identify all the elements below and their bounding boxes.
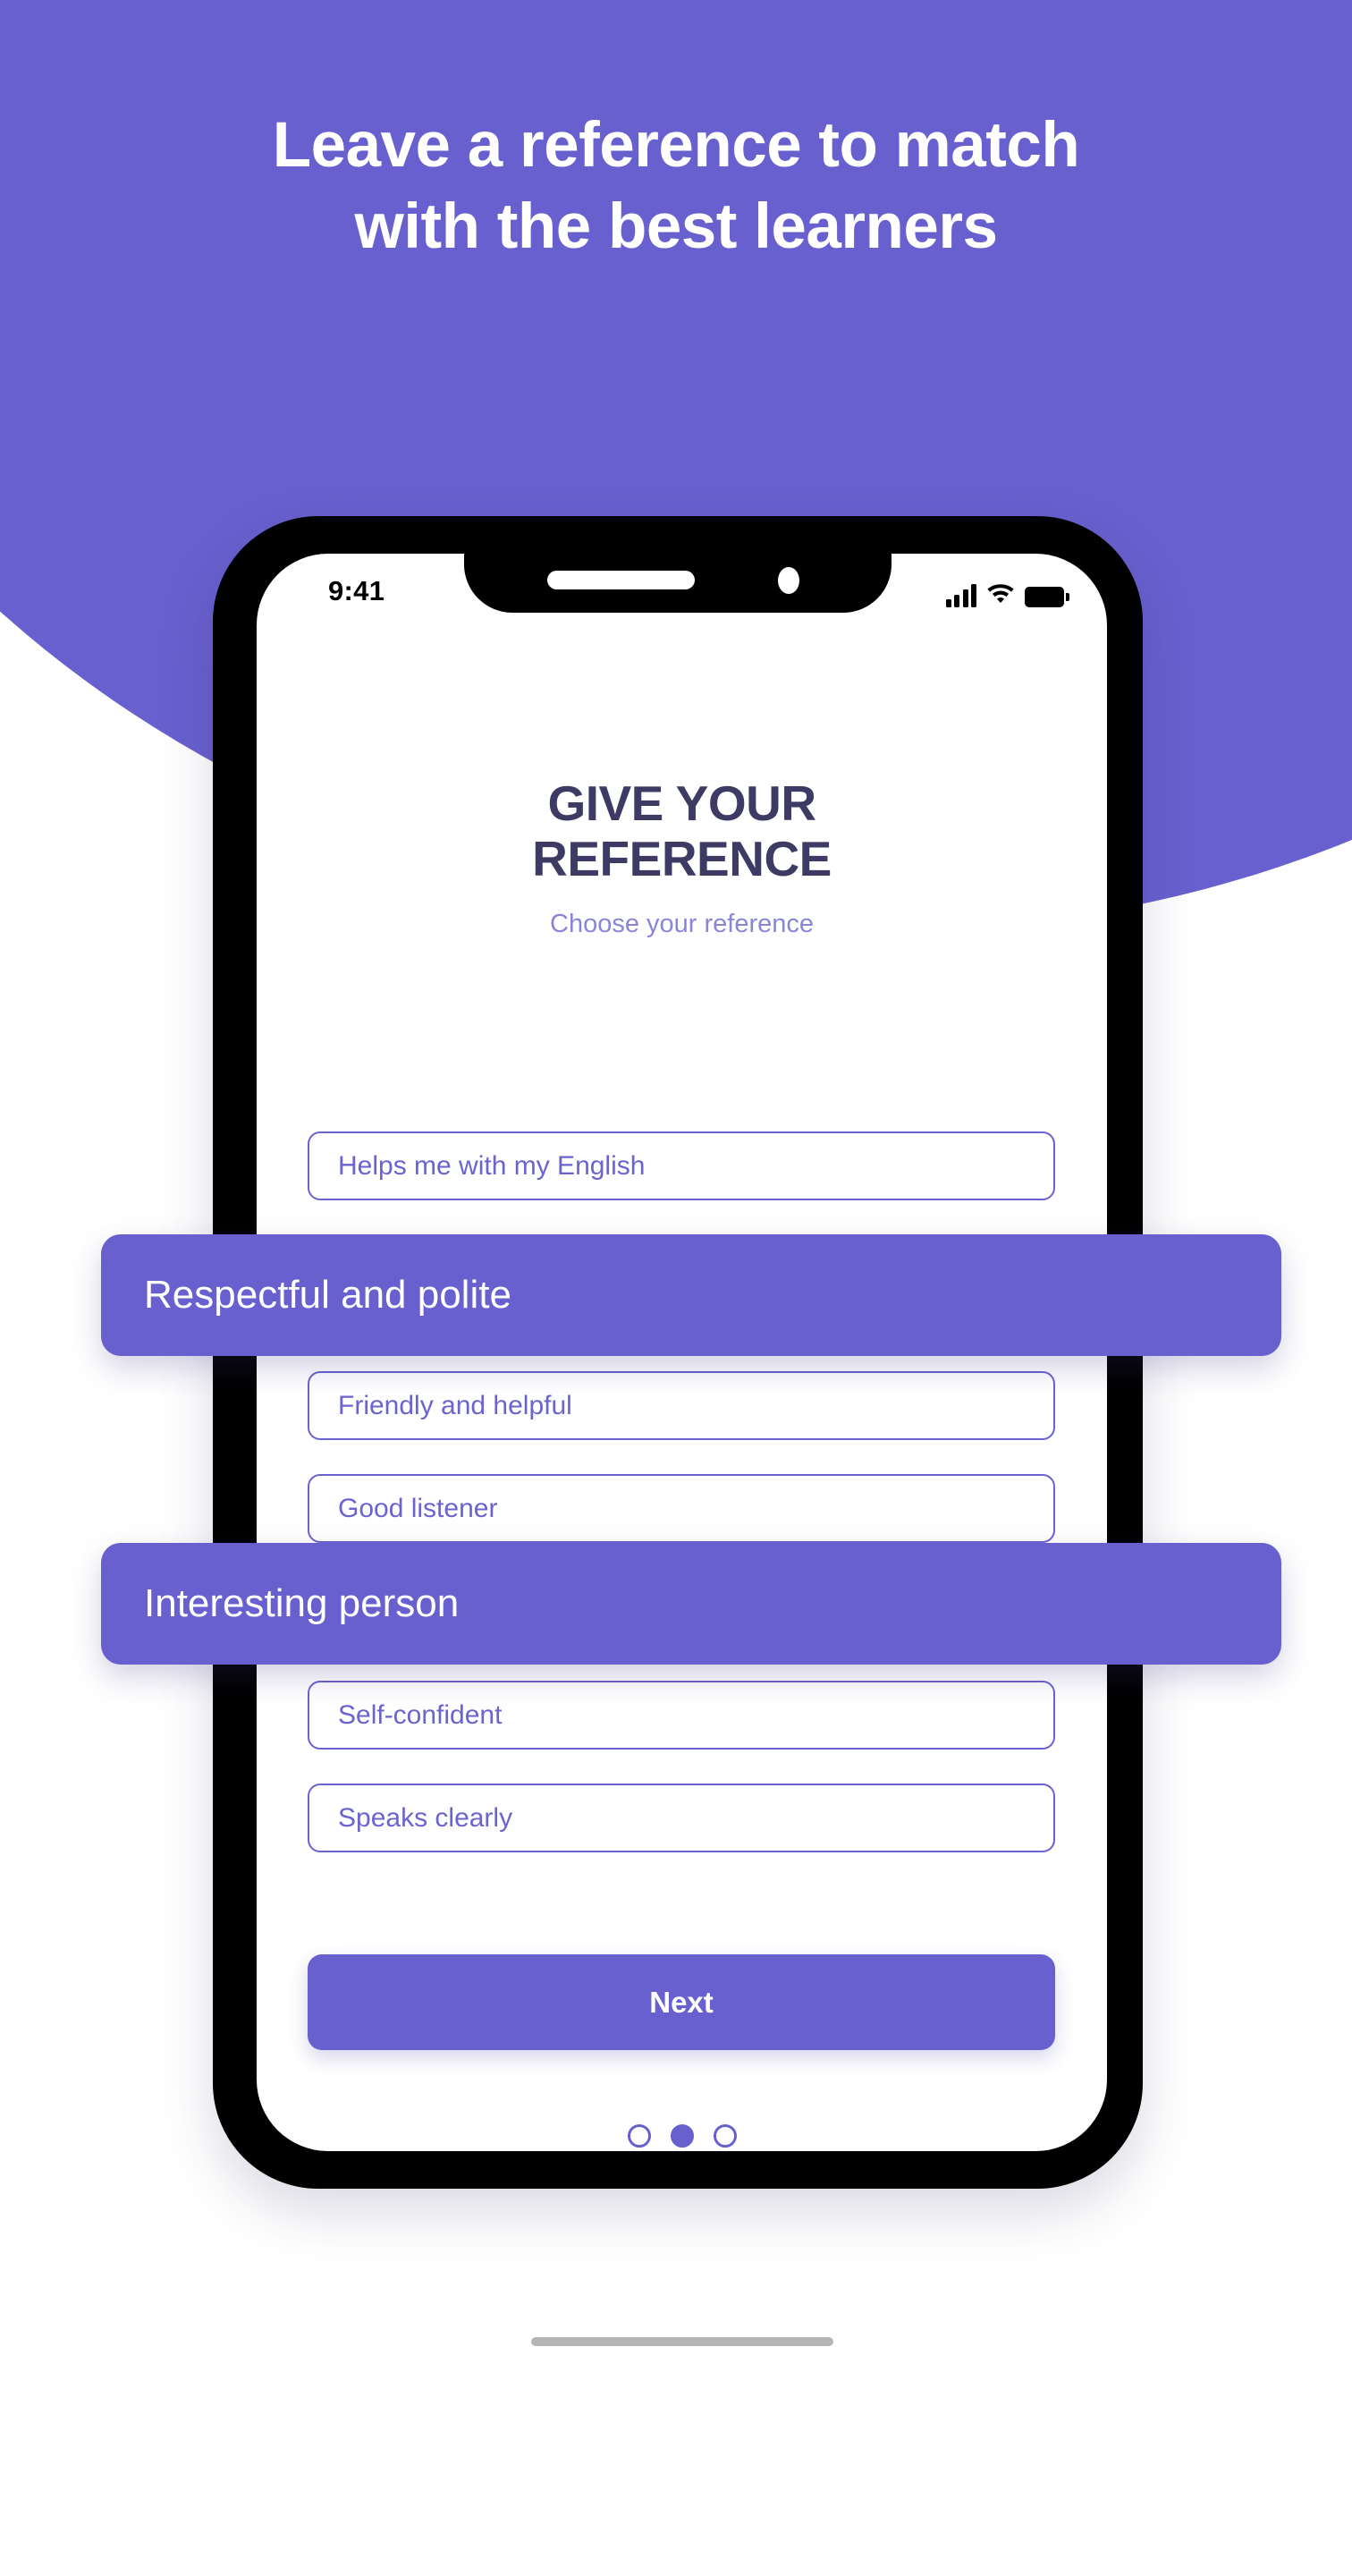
option-speaks-clearly[interactable]: Speaks clearly (308, 1784, 1055, 1852)
option-label: Respectful and polite (144, 1273, 511, 1317)
next-button-label: Next (649, 1985, 714, 2019)
option-good-listener[interactable]: Good listener (308, 1474, 1055, 1543)
option-label: Self-confident (338, 1699, 503, 1730)
wifi-icon (986, 580, 1015, 607)
status-bar-time: 9:41 (328, 575, 385, 606)
option-label: Interesting person (144, 1581, 460, 1625)
promo-headline: Leave a reference to match with the best… (0, 106, 1352, 268)
promo-headline-line-1: Leave a reference to match (272, 110, 1080, 181)
option-helps-me-with-my-english[interactable]: Helps me with my English (308, 1131, 1055, 1200)
page-title: GIVE YOUR REFERENCE (257, 775, 1107, 886)
option-respectful-and-polite-selected[interactable]: Respectful and polite (101, 1234, 1281, 1356)
pagination-dot-2-active[interactable] (670, 2124, 694, 2148)
pagination-dot-1[interactable] (627, 2124, 651, 2148)
option-label: Helps me with my English (338, 1150, 646, 1181)
option-self-confident[interactable]: Self-confident (308, 1681, 1055, 1750)
phone-notch (464, 516, 891, 613)
home-indicator (531, 2337, 833, 2346)
pagination-dots (257, 2124, 1107, 2148)
option-label: Friendly and helpful (338, 1390, 572, 1420)
next-button[interactable]: Next (308, 1954, 1055, 2050)
earpiece-speaker-icon (547, 571, 695, 589)
status-bar-icons (945, 577, 1069, 607)
page-title-line-1: GIVE YOUR (547, 775, 816, 831)
page-title-line-2: REFERENCE (532, 830, 832, 886)
pagination-dot-3[interactable] (713, 2124, 737, 2148)
option-friendly-and-helpful[interactable]: Friendly and helpful (308, 1371, 1055, 1440)
cellular-signal-icon (945, 584, 976, 607)
option-label: Good listener (338, 1493, 498, 1523)
front-camera-icon (778, 567, 799, 594)
promo-headline-line-2: with the best learners (354, 191, 998, 262)
page-subtitle: Choose your reference (550, 910, 814, 938)
option-label: Speaks clearly (338, 1802, 513, 1833)
battery-icon (1025, 587, 1069, 607)
option-interesting-person-selected[interactable]: Interesting person (101, 1543, 1281, 1665)
